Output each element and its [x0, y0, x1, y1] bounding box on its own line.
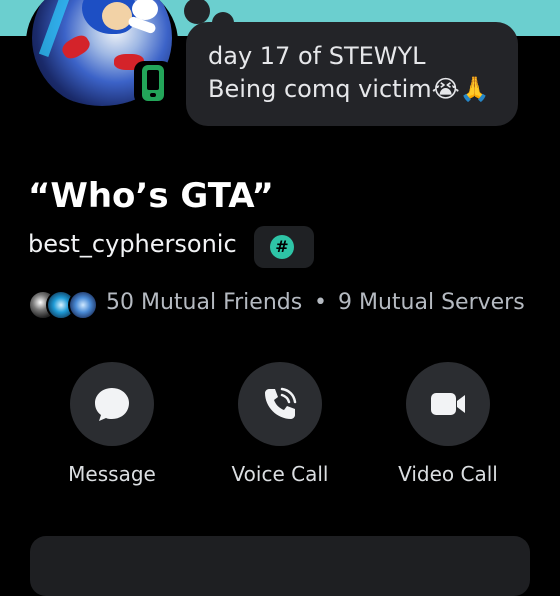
- message-label: Message: [68, 462, 156, 486]
- separator-dot: •: [314, 290, 327, 315]
- custom-status-bubble[interactable]: day 17 of STEWYL Being comq victim😭🙏: [186, 22, 518, 126]
- voice-call-button-circle[interactable]: [238, 362, 322, 446]
- custom-status-text: day 17 of STEWYL Being comq victim😭🙏: [208, 42, 490, 103]
- message-button[interactable]: Message: [37, 362, 187, 492]
- phone-icon: [265, 387, 297, 419]
- server-tag-badge[interactable]: #: [254, 226, 314, 268]
- video-call-button-circle[interactable]: [406, 362, 490, 446]
- video-call-label: Video Call: [398, 462, 498, 486]
- mutual-servers-link[interactable]: 9 Mutual Servers: [338, 290, 525, 315]
- mutual-friend-avatar: [68, 290, 98, 320]
- chat-bubble-icon: [95, 388, 129, 421]
- mutual-friends-link[interactable]: 50 Mutual Friends: [106, 290, 302, 315]
- voice-call-label: Voice Call: [231, 462, 329, 486]
- mobile-status-indicator: [134, 61, 172, 105]
- mobile-phone-icon: [142, 65, 164, 101]
- username: best_cyphersonic: [28, 230, 237, 258]
- message-button-circle[interactable]: [70, 362, 154, 446]
- video-call-button[interactable]: Video Call: [373, 362, 523, 492]
- display-name: “Who’s GTA”: [28, 176, 274, 216]
- voice-call-button[interactable]: Voice Call: [205, 362, 355, 492]
- video-camera-icon: [431, 393, 465, 415]
- hash-icon: #: [270, 235, 294, 259]
- profile-section-card: [30, 536, 530, 596]
